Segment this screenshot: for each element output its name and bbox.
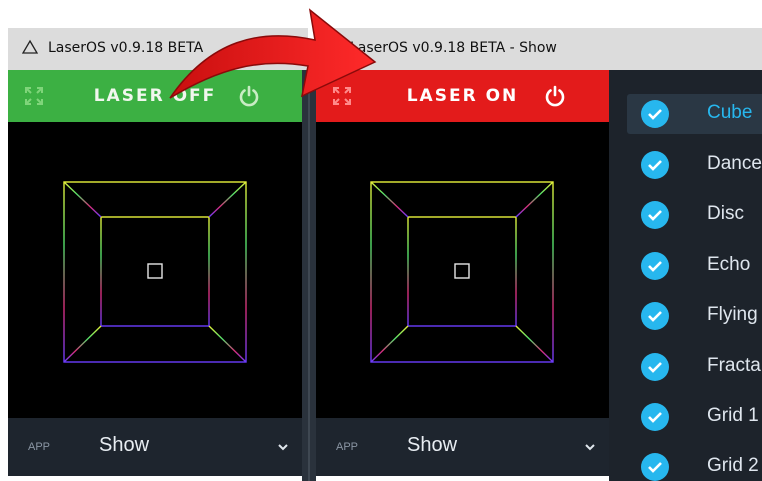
- list-item-label: Flying: [707, 304, 758, 325]
- list-item-label: Cube: [707, 102, 753, 123]
- app-tag: APP: [28, 441, 51, 453]
- app-tag: APP: [336, 441, 359, 453]
- list-item-label: Echo: [707, 254, 751, 275]
- laser-preview-left: [8, 122, 302, 418]
- list-item[interactable]: Cube: [627, 94, 762, 134]
- cube-tunnel-graphic: [63, 181, 247, 363]
- check-circle-icon[interactable]: [641, 151, 669, 179]
- right-window-titlebar[interactable]: LaserOS v0.9.18 BETA - Show: [316, 28, 762, 70]
- check-circle-icon[interactable]: [641, 302, 669, 330]
- list-item[interactable]: Fracta: [627, 347, 762, 387]
- check-circle-icon[interactable]: [641, 252, 669, 280]
- window-divider-line: [308, 70, 310, 481]
- app-selector-left[interactable]: APP Show: [8, 418, 302, 476]
- app-select-value[interactable]: Show: [99, 434, 149, 457]
- list-item[interactable]: Grid 2: [627, 447, 762, 481]
- check-circle-icon[interactable]: [641, 403, 669, 431]
- list-item[interactable]: Dance: [627, 145, 762, 185]
- right-window-title: LaserOS v0.9.18 BETA - Show: [350, 40, 557, 56]
- app-selector-right[interactable]: APP Show: [316, 418, 609, 476]
- red-curved-arrow: [169, 8, 377, 99]
- list-item[interactable]: Flying: [627, 296, 762, 336]
- warning-triangle-icon: [22, 39, 38, 54]
- check-circle-icon[interactable]: [641, 453, 669, 481]
- check-circle-icon[interactable]: [641, 201, 669, 229]
- list-item[interactable]: Grid 1: [627, 397, 762, 437]
- list-item-label: Dance: [707, 153, 762, 174]
- show-list-panel: Cube Dance Disc Echo Flying Fracta Grid …: [609, 70, 762, 481]
- list-item-label: Disc: [707, 203, 744, 224]
- chevron-down-icon[interactable]: [583, 440, 597, 454]
- app-select-value[interactable]: Show: [407, 434, 457, 457]
- check-circle-icon[interactable]: [641, 353, 669, 381]
- cube-tunnel-graphic: [370, 181, 554, 363]
- list-item-label: Fracta: [707, 355, 761, 376]
- chevron-down-icon[interactable]: [276, 440, 290, 454]
- power-icon[interactable]: [542, 83, 568, 109]
- laser-preview-right: [316, 122, 609, 418]
- list-item-label: Grid 2: [707, 455, 759, 476]
- list-item[interactable]: Echo: [627, 246, 762, 286]
- check-circle-icon[interactable]: [641, 100, 669, 128]
- list-item[interactable]: Disc: [627, 195, 762, 235]
- list-item-label: Grid 1: [707, 405, 759, 426]
